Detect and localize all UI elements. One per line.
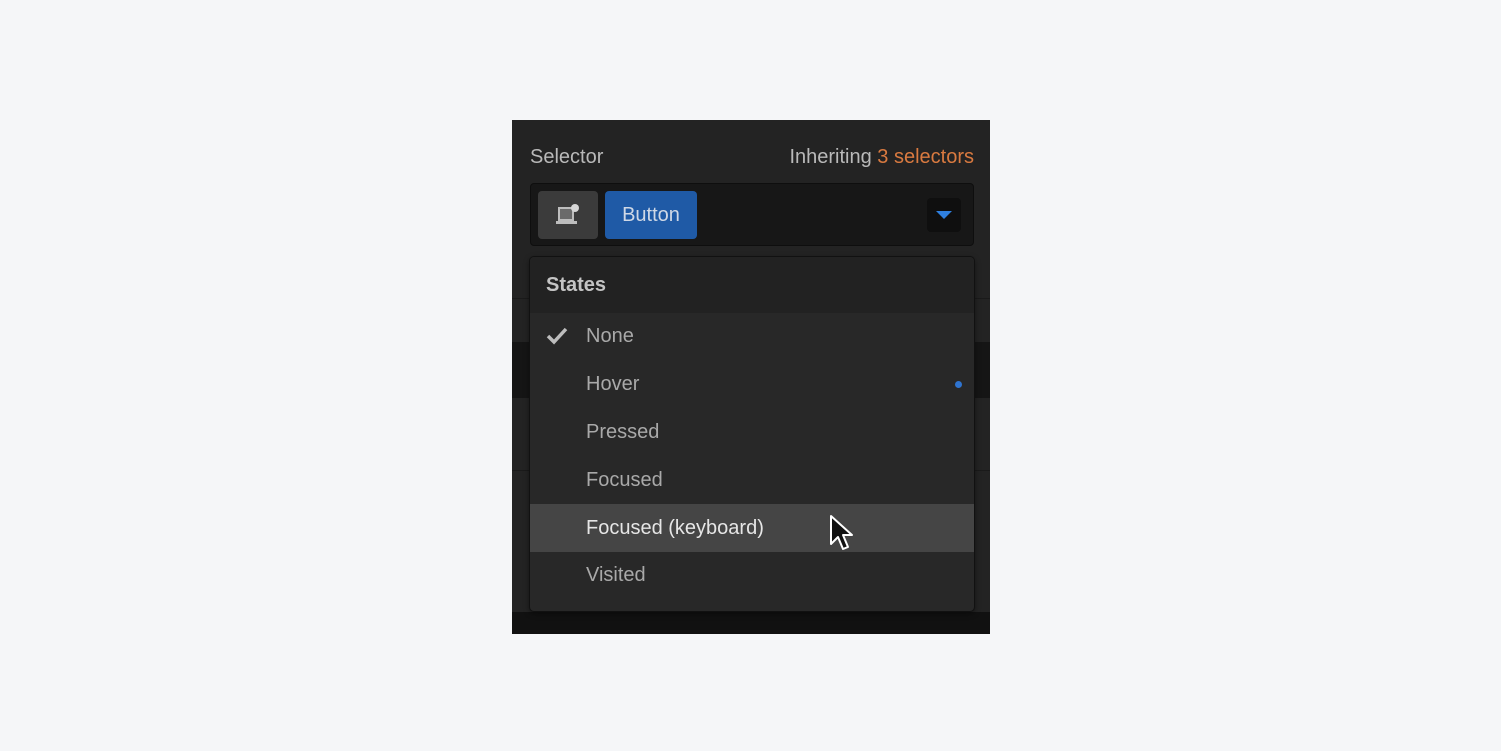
selector-label: Selector xyxy=(530,146,604,168)
selector-dropdown-button[interactable] xyxy=(927,198,961,232)
selector-tag-button[interactable]: Button xyxy=(605,191,697,239)
element-type-button[interactable] xyxy=(538,191,598,239)
state-item-hover[interactable]: Hover xyxy=(530,361,974,409)
state-item-label: Pressed xyxy=(586,420,660,443)
state-item-focused[interactable]: Focused xyxy=(530,456,974,504)
mouse-cursor-icon xyxy=(830,515,853,550)
states-menu-title: States xyxy=(530,257,974,313)
state-item-label: Focused xyxy=(586,468,663,491)
states-menu: States None Hover Pressed Focused Focused (k… xyxy=(529,256,975,612)
inheriting-selectors-link[interactable]: 3 selectors xyxy=(877,146,974,168)
checkmark-icon xyxy=(546,327,568,345)
state-item-label: None xyxy=(586,325,634,348)
state-item-label: Focused (keyboard) xyxy=(586,516,764,539)
selector-header: Selector Inheriting 3 selectors xyxy=(530,146,974,169)
element-type-icon xyxy=(556,204,579,224)
caret-down-icon xyxy=(936,211,952,219)
state-item-label: Visited xyxy=(586,564,646,587)
styles-indicator-dot-icon xyxy=(955,381,962,389)
selector-field[interactable]: Button xyxy=(530,183,974,246)
state-item-pressed[interactable]: Pressed xyxy=(530,409,974,457)
inheriting-prefix: Inheriting xyxy=(789,146,872,168)
selector-panel: Selector Inheriting 3 selectors Button S… xyxy=(512,120,990,634)
state-item-label: Hover xyxy=(586,373,640,396)
state-item-visited[interactable]: Visited xyxy=(530,552,974,600)
state-item-focused-keyboard[interactable]: Focused (keyboard) xyxy=(530,504,974,552)
inheriting-info: Inheriting 3 selectors xyxy=(789,146,974,169)
panel-footer xyxy=(512,612,990,634)
state-item-none[interactable]: None xyxy=(530,313,974,361)
